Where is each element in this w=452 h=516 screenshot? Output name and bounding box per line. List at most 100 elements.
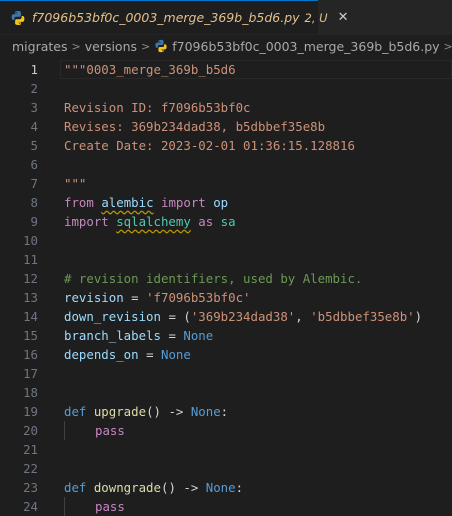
code-token: op	[213, 195, 229, 210]
code-token: 'f7096b53bf0c'	[146, 290, 251, 305]
code-line[interactable]: 10	[0, 231, 452, 250]
code-token: import	[153, 195, 214, 210]
code-line[interactable]: 22	[0, 459, 452, 478]
code-text: from alembic import op	[38, 193, 452, 212]
chevron-right-icon: >	[443, 39, 452, 53]
code-line[interactable]: 4 Revises: 369b234dad38, b5dbbef35e8b	[0, 117, 452, 136]
code-token: revision	[64, 290, 124, 305]
line-number: 10	[23, 233, 38, 248]
code-token: Create Date: 2023-02-01 01:36:15.128816	[64, 138, 355, 153]
editor-tab-bar: f7096b53bf0c_0003_merge_369b_b5d6.py 2, …	[0, 0, 452, 35]
code-token: '369b234dad38'	[190, 309, 296, 324]
code-line[interactable]: 12 # revision identifiers, used by Alembi…	[0, 269, 452, 288]
editor-tab[interactable]: f7096b53bf0c_0003_merge_369b_b5d6.py 2, …	[0, 0, 348, 34]
code-text: """0003_merge_369b_b5d6	[38, 60, 452, 79]
code-line[interactable]: 5 Create Date: 2023-02-01 01:36:15.128816	[0, 136, 452, 155]
code-text: """	[38, 174, 452, 193]
code-text: import sqlalchemy as sa	[38, 212, 452, 231]
python-icon	[155, 39, 167, 53]
code-token: None	[205, 480, 236, 495]
tab-status-badge: 2, U	[304, 10, 328, 25]
line-number: 1	[30, 62, 38, 77]
line-number: 15	[23, 328, 38, 343]
line-number: 24	[23, 499, 38, 514]
code-line[interactable]: 21	[0, 440, 452, 459]
code-line[interactable]: 23 def downgrade() -> None:	[0, 478, 452, 497]
code-token: Revises: 369b234dad38, b5dbbef35e8b	[64, 119, 326, 134]
code-line[interactable]: 16 depends_on = None	[0, 345, 452, 364]
code-text: Revision ID: f7096b53bf0c	[38, 98, 452, 117]
line-number: 22	[23, 461, 38, 476]
python-icon	[11, 10, 25, 25]
code-line[interactable]: 9 import sqlalchemy as sa	[0, 212, 452, 231]
line-number: 7	[30, 176, 38, 191]
code-token: branch_labels	[64, 328, 161, 343]
code-editor[interactable]: 1 """0003_merge_369b_b5d6 2 3 Revision ID: f…	[0, 57, 452, 516]
code-line[interactable]: 18	[0, 383, 452, 402]
close-icon[interactable]: ✕	[338, 10, 349, 25]
line-number: 5	[30, 138, 38, 153]
code-line[interactable]: 3 Revision ID: f7096b53bf0c	[0, 98, 452, 117]
code-token: None	[190, 404, 221, 419]
code-token: :	[220, 404, 229, 419]
code-token: """	[64, 176, 87, 191]
code-token: =	[138, 347, 161, 362]
code-line[interactable]: 15 branch_labels = None	[0, 326, 452, 345]
code-token: () ->	[146, 404, 191, 419]
code-token: sa	[220, 214, 236, 229]
line-number: 18	[23, 385, 38, 400]
code-token: from	[64, 195, 102, 210]
line-number: 9	[30, 214, 38, 229]
code-token: :	[235, 480, 244, 495]
code-line[interactable]: 6	[0, 155, 452, 174]
breadcrumb-item-versions[interactable]: versions	[85, 39, 137, 54]
code-token: as	[190, 214, 221, 229]
code-line[interactable]: 13 revision = 'f7096b53bf0c'	[0, 288, 452, 307]
breadcrumb-item-file[interactable]: f7096b53bf0c_0003_merge_369b_b5d6.py	[154, 38, 440, 54]
code-token: def	[64, 404, 94, 419]
code-token: down_revision	[64, 309, 161, 324]
breadcrumb-file-label: f7096b53bf0c_0003_merge_369b_b5d6.py	[172, 38, 440, 54]
code-line[interactable]: 8 from alembic import op	[0, 193, 452, 212]
code-line[interactable]: 11	[0, 250, 452, 269]
code-line[interactable]: 1 """0003_merge_369b_b5d6	[0, 60, 452, 79]
code-line[interactable]: 17	[0, 364, 452, 383]
line-number: 20	[23, 423, 38, 438]
code-token: =	[123, 290, 147, 305]
indent-guide	[64, 497, 95, 516]
line-number: 3	[30, 100, 38, 115]
breadcrumb-item-migrates[interactable]: migrates	[12, 39, 68, 54]
code-token: import	[64, 214, 117, 229]
code-line[interactable]: 24 pass	[0, 497, 452, 516]
line-number: 13	[23, 290, 38, 305]
code-token: () ->	[160, 480, 206, 495]
code-text: Revises: 369b234dad38, b5dbbef35e8b	[38, 117, 452, 136]
code-line[interactable]: 20 pass	[0, 421, 452, 440]
code-text: def upgrade() -> None:	[38, 402, 452, 421]
chevron-right-icon: >	[71, 39, 81, 53]
line-number: 19	[23, 404, 38, 419]
code-text: pass	[38, 421, 452, 440]
code-line[interactable]: 14 down_revision = ('369b234dad38', 'b5db…	[0, 307, 452, 326]
code-token: """0003_merge_369b_b5d6	[64, 62, 236, 77]
code-text: depends_on = None	[38, 345, 452, 364]
code-line[interactable]: 7 """	[0, 174, 452, 193]
code-text: # revision identifiers, used by Alembic.	[38, 269, 452, 288]
line-number: 12	[23, 271, 38, 286]
code-token: def	[64, 480, 94, 495]
indent-guide	[64, 421, 95, 440]
line-number: 11	[23, 252, 38, 267]
code-token: None	[161, 347, 191, 362]
code-token: # revision identifiers, used by Alembic.	[64, 271, 363, 286]
code-line[interactable]: 2	[0, 79, 452, 98]
code-token: ,	[295, 309, 311, 324]
code-token: alembic	[101, 195, 154, 210]
code-line[interactable]: 19 def upgrade() -> None:	[0, 402, 452, 421]
